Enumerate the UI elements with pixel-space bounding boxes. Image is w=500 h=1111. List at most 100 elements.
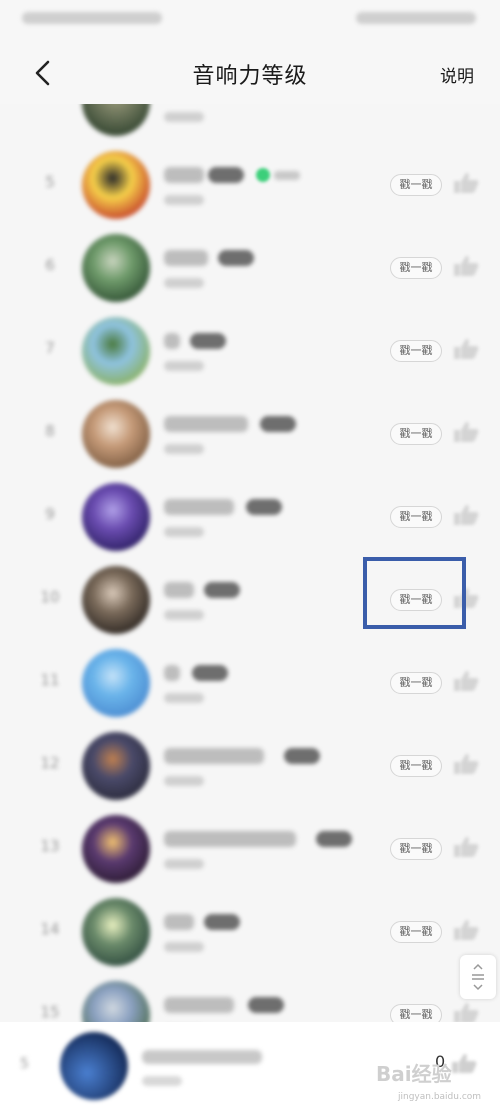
- list-item-subtext: [164, 776, 204, 786]
- help-link[interactable]: 说明: [440, 62, 474, 87]
- list-item-subtext: [164, 942, 204, 952]
- list-item-subtext: [164, 361, 204, 371]
- level-badge: [204, 582, 240, 598]
- rank-number: 9: [45, 505, 55, 523]
- thumb-up-icon[interactable]: [452, 337, 480, 361]
- user-name: [164, 416, 248, 432]
- list-item-subtext: [164, 610, 204, 620]
- avatar[interactable]: [82, 566, 150, 634]
- avatar[interactable]: [82, 981, 150, 1024]
- list-item-subtext: [164, 112, 204, 122]
- user-name: [164, 914, 194, 930]
- watermark-logo: Bai经验: [376, 1062, 452, 1086]
- status-carrier-blur: [22, 12, 162, 24]
- status-dot: [256, 168, 270, 182]
- level-badge: [218, 250, 254, 266]
- level-badge: [316, 831, 352, 847]
- poke-button[interactable]: 戳一戳: [390, 423, 442, 445]
- user-name: [164, 499, 234, 515]
- avatar[interactable]: [82, 151, 150, 219]
- rank-number: 5: [45, 173, 55, 191]
- page-title: 音响力等级: [192, 64, 308, 89]
- avatar[interactable]: [82, 649, 150, 717]
- list-item[interactable]: 15 戳一戳: [0, 973, 500, 1024]
- poke-button[interactable]: 戳一戳: [390, 921, 442, 943]
- rank-number: 12: [40, 754, 60, 772]
- thumb-up-icon[interactable]: [452, 752, 480, 776]
- watermark-url: jingyan.baidu.com: [398, 1092, 482, 1102]
- level-badge: [284, 748, 320, 764]
- poke-button[interactable]: 戳一戳: [390, 174, 442, 196]
- rank-number: 13: [40, 837, 60, 855]
- rank-number: 7: [45, 339, 55, 357]
- my-subtext: [142, 1076, 182, 1086]
- user-name: [164, 582, 194, 598]
- user-name: [164, 831, 296, 847]
- list-item[interactable]: 12 戳一戳: [0, 724, 500, 807]
- user-name: [164, 167, 204, 183]
- level-badge: [190, 333, 226, 349]
- thumb-up-icon[interactable]: [452, 669, 480, 693]
- avatar: [82, 104, 150, 136]
- scroll-handle[interactable]: [460, 955, 496, 999]
- thumb-up-icon[interactable]: [450, 1052, 478, 1074]
- level-badge: [248, 997, 284, 1013]
- rank-number: 15: [40, 1003, 60, 1021]
- list-item-subtext: [164, 444, 204, 454]
- list-item-subtext: [164, 195, 204, 205]
- thumb-up-icon[interactable]: [452, 1001, 480, 1024]
- avatar[interactable]: [82, 234, 150, 302]
- avatar[interactable]: [82, 898, 150, 966]
- thumb-up-icon[interactable]: [452, 503, 480, 527]
- thumb-up-icon[interactable]: [452, 171, 480, 195]
- thumb-up-icon[interactable]: [452, 835, 480, 859]
- status-text: [274, 171, 300, 180]
- rank-number: 11: [40, 671, 60, 689]
- list-item[interactable]: 14 戳一戳: [0, 890, 500, 973]
- user-name: [164, 333, 180, 349]
- user-name: [164, 250, 208, 266]
- poke-button[interactable]: 戳一戳: [390, 506, 442, 528]
- my-avatar: [60, 1032, 128, 1100]
- thumb-up-icon[interactable]: [452, 918, 480, 942]
- list-item[interactable]: 9 戳一戳: [0, 475, 500, 558]
- user-name: [164, 665, 180, 681]
- avatar[interactable]: [82, 317, 150, 385]
- level-badge: [208, 167, 244, 183]
- user-name: [164, 748, 264, 764]
- list-item: [0, 104, 500, 143]
- list-item[interactable]: 6 戳一戳: [0, 226, 500, 309]
- poke-button[interactable]: 戳一戳: [390, 1004, 442, 1024]
- list-item[interactable]: 8 戳一戳: [0, 392, 500, 475]
- list-item[interactable]: 7 戳一戳: [0, 309, 500, 392]
- list-item-subtext: [164, 527, 204, 537]
- level-badge: [260, 416, 296, 432]
- avatar[interactable]: [82, 483, 150, 551]
- status-bar: [0, 0, 500, 44]
- scroll-grip-icon: [472, 963, 484, 991]
- list-item-subtext: [164, 278, 204, 288]
- my-name: [142, 1050, 262, 1064]
- level-badge: [246, 499, 282, 515]
- rank-number: 8: [45, 422, 55, 440]
- my-rank-number: 5: [20, 1056, 29, 1072]
- avatar[interactable]: [82, 732, 150, 800]
- level-badge: [204, 914, 240, 930]
- header: 音响力等级 说明: [0, 44, 500, 104]
- status-time-blur: [356, 12, 476, 24]
- poke-button[interactable]: 戳一戳: [390, 340, 442, 362]
- avatar[interactable]: [82, 815, 150, 883]
- thumb-up-icon[interactable]: [452, 254, 480, 278]
- poke-button[interactable]: 戳一戳: [390, 755, 442, 777]
- level-badge: [192, 665, 228, 681]
- thumb-up-icon[interactable]: [452, 420, 480, 444]
- poke-button[interactable]: 戳一戳: [390, 838, 442, 860]
- list-item[interactable]: 11 戳一戳: [0, 641, 500, 724]
- poke-button[interactable]: 戳一戳: [390, 257, 442, 279]
- rank-number: 6: [45, 256, 55, 274]
- avatar[interactable]: [82, 400, 150, 468]
- list-item[interactable]: 5 戳一戳: [0, 143, 500, 226]
- poke-button[interactable]: 戳一戳: [390, 672, 442, 694]
- rank-number: 14: [40, 920, 60, 938]
- list-item[interactable]: 13 戳一戳: [0, 807, 500, 890]
